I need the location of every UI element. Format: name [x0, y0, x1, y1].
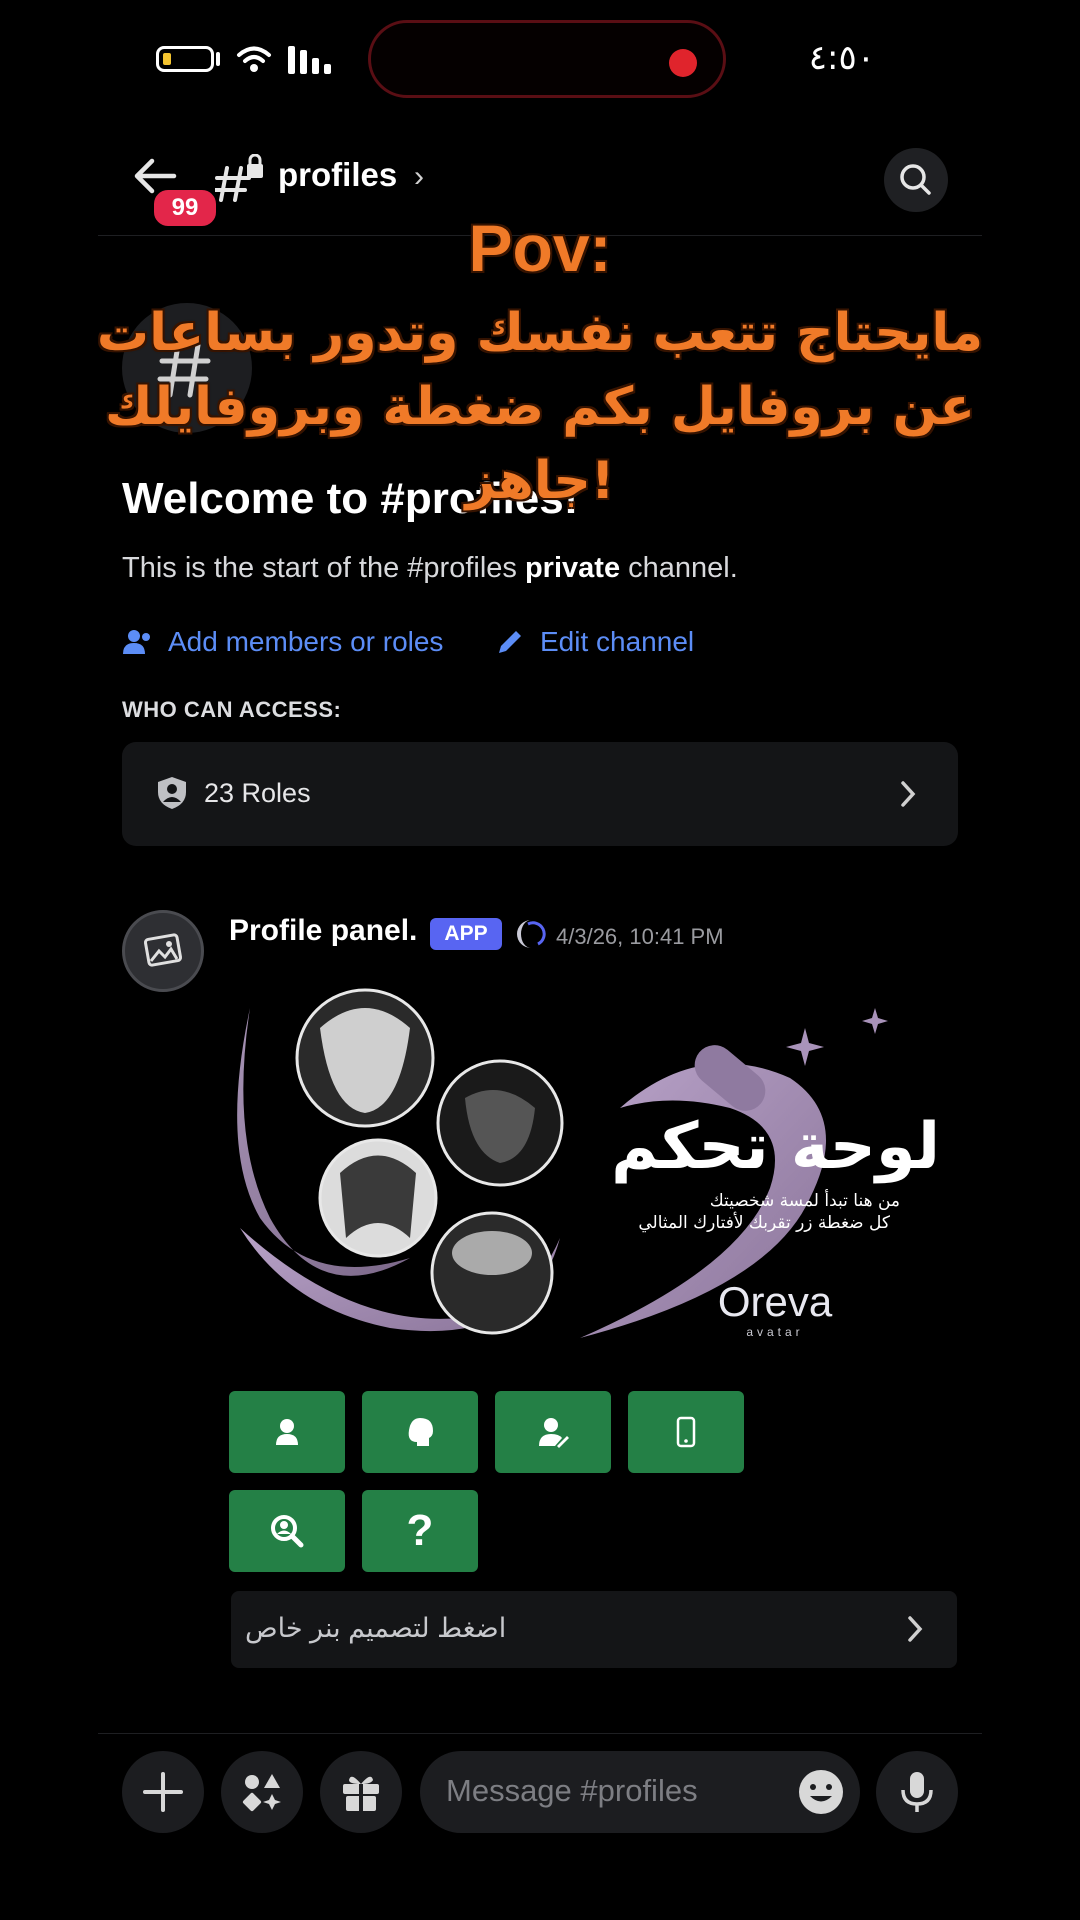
add-members-link[interactable]: Add members or roles — [122, 626, 443, 658]
banner-title: لوحة تحكم — [611, 1110, 940, 1184]
battery-icon — [156, 46, 214, 72]
banner-select-menu[interactable]: اضغط لتصميم بنر خاص — [231, 1591, 957, 1668]
edit-channel-link[interactable]: Edit channel — [496, 626, 694, 658]
question-icon: ? — [406, 1506, 434, 1555]
select-placeholder: اضغط لتصميم بنر خاص — [245, 1613, 507, 1643]
signal-icon — [288, 46, 331, 74]
roles-row[interactable]: 23 Roles — [122, 742, 958, 846]
emoji-icon[interactable] — [798, 1769, 844, 1815]
head-profile-button[interactable] — [362, 1391, 478, 1473]
message-input[interactable]: Message #profiles — [420, 1751, 860, 1833]
subtitle-start: This is the start of the #profiles — [122, 552, 525, 584]
message-placeholder: Message #profiles — [446, 1773, 698, 1808]
verified-app-icon — [517, 920, 546, 948]
search-icon — [900, 164, 931, 195]
oreva-banner-graphic: لوحة تحكم من هنا تبدأ لمسة شخصيتك كل ضغط… — [237, 988, 940, 1339]
add-person-icon — [123, 630, 150, 654]
wifi-icon — [237, 46, 271, 72]
message-author[interactable]: Profile panel. — [229, 914, 417, 948]
caption-line-3: عن بروفايل بكم ضغطة وبروفايلك — [104, 377, 976, 437]
video-caption-overlay: Pov: مايحتاج تتعب نفسك وتدور بساعات عن ب… — [0, 210, 1080, 518]
subtitle-private: private — [524, 552, 621, 584]
user-design-icon — [539, 1418, 569, 1448]
search-button[interactable] — [884, 148, 948, 212]
message-timestamp: 4/3/26, 10:41 PM — [556, 924, 724, 949]
microphone-icon — [901, 1772, 933, 1812]
banner-brand-sub: avatar — [746, 1325, 803, 1339]
gift-button[interactable] — [320, 1751, 402, 1833]
status-time: ٤:٥٠ — [808, 38, 875, 78]
phone-icon — [676, 1416, 696, 1448]
caption-line-4: جاهز! — [465, 451, 615, 511]
apps-button[interactable] — [221, 1751, 303, 1833]
recording-dot-icon — [669, 49, 697, 77]
chevron-right-icon — [901, 781, 916, 807]
composer-divider — [98, 1733, 982, 1734]
banner-line1: من هنا تبدأ لمسة شخصيتك — [710, 1189, 900, 1211]
user-design-button[interactable] — [495, 1391, 611, 1473]
channel-title[interactable]: profiles — [278, 156, 397, 194]
chevron-right-icon — [908, 1616, 923, 1642]
apps-icon — [242, 1774, 281, 1812]
caption-line-2: مايحتاج تتعب نفسك وتدور بساعات — [96, 303, 984, 363]
access-heading: WHO CAN ACCESS: — [122, 697, 342, 722]
banner-line2: كل ضغطة زر تقربك لأفتارك المثالي — [638, 1212, 891, 1233]
voice-message-button[interactable] — [876, 1751, 958, 1833]
banner-image[interactable]: لوحة تحكم من هنا تبدأ لمسة شخصيتك كل ضغط… — [230, 988, 958, 1358]
person-icon — [276, 1419, 298, 1445]
dynamic-island — [368, 20, 726, 98]
add-members-label: Add members or roles — [168, 626, 444, 657]
pencil-icon — [499, 631, 521, 653]
app-tag: APP — [430, 918, 502, 950]
image-gallery-icon — [143, 933, 183, 967]
battery-cap — [216, 52, 220, 66]
private-channel-hash-icon — [215, 154, 263, 202]
search-user-button[interactable] — [229, 1490, 345, 1572]
gift-icon — [343, 1776, 379, 1811]
profile-button[interactable] — [229, 1391, 345, 1473]
banner-brand: Oreva — [718, 1278, 833, 1325]
shield-user-icon — [158, 777, 186, 809]
bot-avatar[interactable] — [122, 910, 204, 992]
add-attachment-button[interactable] — [122, 1751, 204, 1833]
welcome-subtitle: This is the start of the #profiles priva… — [122, 552, 738, 585]
roles-label: 23 Roles — [204, 778, 311, 808]
chevron-right-icon[interactable]: › — [414, 160, 424, 194]
edit-channel-label: Edit channel — [540, 626, 695, 657]
head-profile-icon — [408, 1418, 433, 1446]
help-button[interactable]: ? — [362, 1490, 478, 1572]
search-user-icon — [271, 1515, 304, 1548]
caption-line-1: Pov: — [468, 211, 612, 285]
plus-icon — [143, 1772, 183, 1812]
subtitle-end: channel. — [620, 552, 738, 584]
phone-button[interactable] — [628, 1391, 744, 1473]
